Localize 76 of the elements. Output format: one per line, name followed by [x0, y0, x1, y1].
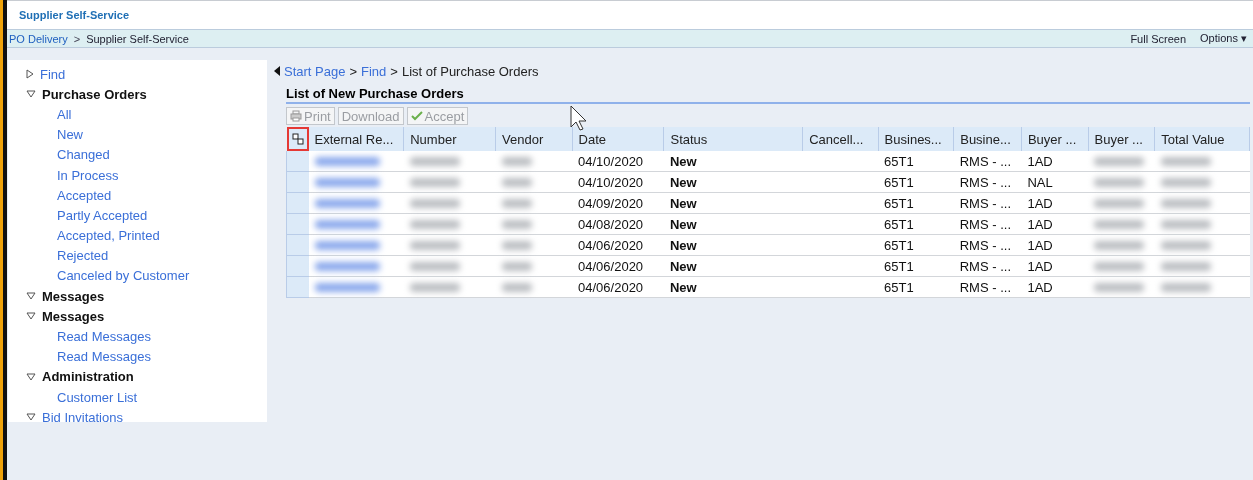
column-header[interactable]: Date	[572, 127, 664, 151]
column-header[interactable]: External Re...	[308, 127, 404, 151]
navigation-link[interactable]: All	[57, 106, 72, 122]
table-cell: RMS - ...	[953, 151, 1022, 172]
back-arrow-icon[interactable]	[274, 66, 280, 76]
table-cell: 04/09/2020	[572, 192, 664, 214]
navigation-link[interactable]: Read Messages	[57, 349, 151, 365]
column-header[interactable]: Number	[403, 127, 496, 151]
path-separator: >	[390, 63, 398, 79]
navigation-link[interactable]: Canceled by Customer	[57, 268, 190, 284]
navigation-link[interactable]: New	[57, 127, 83, 143]
check-icon	[410, 111, 423, 121]
column-header[interactable]: Buyer ...	[1021, 127, 1089, 151]
path-separator: >	[349, 63, 358, 79]
table-cell: 04/06/2020	[572, 276, 664, 298]
navigation-link[interactable]: Rejected	[57, 248, 109, 264]
table-title: List of New Purchase Orders	[286, 86, 1250, 104]
table-cell: 65T1	[878, 276, 954, 298]
table-cell: 1AD	[1021, 213, 1089, 235]
table-cell: NAL	[1021, 171, 1089, 193]
table-cell: 04/06/2020	[572, 234, 664, 256]
status-cell: New	[663, 151, 803, 172]
breadcrumb-separator: >	[73, 32, 81, 45]
navigation-link[interactable]: Partly Accepted	[57, 207, 148, 223]
mouse-pointer-icon	[570, 105, 588, 131]
table-cell: 65T1	[878, 213, 954, 235]
current-page-title: List of Purchase Orders	[401, 63, 539, 79]
table-cell: 04/06/2020	[572, 255, 664, 277]
table-cell: 1AD	[1021, 276, 1089, 298]
navigation-link[interactable]: Read Messages	[57, 329, 151, 345]
options-menu[interactable]: Options ▾	[1200, 32, 1247, 45]
navigation-item[interactable]: Administration	[42, 369, 134, 385]
table-cell: 1AD	[1021, 151, 1089, 172]
column-header[interactable]: Status	[663, 127, 803, 151]
app-tab[interactable]: Supplier Self-Service	[19, 9, 130, 21]
navigation-link[interactable]: Accepted, Printed	[57, 228, 160, 244]
expanded-triangle-icon[interactable]	[26, 90, 36, 99]
table-cell: 04/10/2020	[572, 151, 664, 172]
navigation-item[interactable]: Find	[40, 66, 66, 82]
select-all-button[interactable]	[286, 127, 309, 151]
navigation-item[interactable]: Purchase Orders	[42, 86, 147, 102]
table-cell: 65T1	[878, 171, 954, 193]
column-header[interactable]: Buyer ...	[1088, 127, 1155, 151]
column-header[interactable]: Total Value	[1154, 127, 1250, 151]
table-cell: 65T1	[878, 192, 954, 214]
navigation-item[interactable]: Bid Invitations	[42, 409, 123, 425]
expanded-triangle-icon[interactable]	[26, 413, 36, 422]
full-screen-link[interactable]: Full Screen	[1130, 32, 1186, 45]
breadcrumb-link[interactable]: Supplier Self-Service	[86, 32, 189, 45]
table-cell: 1AD	[1021, 234, 1089, 256]
overlapping-squares-icon	[291, 133, 304, 145]
printer-icon	[290, 110, 302, 122]
breadcrumb-link[interactable]: PO Delivery	[9, 32, 68, 45]
table-cell: 65T1	[878, 151, 954, 172]
column-header[interactable]: Busine...	[953, 127, 1022, 151]
path-link[interactable]: Start Page	[284, 63, 346, 79]
navigation-link[interactable]: Accepted	[57, 187, 112, 203]
column-header[interactable]: Cancell...	[802, 127, 879, 151]
column-header[interactable]: Busines...	[878, 127, 954, 151]
navigation-item[interactable]: Messages	[42, 288, 105, 304]
expanded-triangle-icon[interactable]	[26, 372, 36, 381]
navigation-link[interactable]: Customer List	[57, 389, 138, 405]
table-cell: 65T1	[878, 234, 954, 256]
navigation-link[interactable]: In Process	[57, 167, 119, 183]
table-cell: 04/10/2020	[572, 171, 664, 193]
table-cell: 04/08/2020	[572, 213, 664, 235]
table-cell: 1AD	[1021, 192, 1089, 214]
navigation-link[interactable]: Changed	[57, 147, 110, 163]
path-link[interactable]: Find	[361, 63, 387, 79]
expanded-triangle-icon[interactable]	[26, 312, 36, 321]
column-header[interactable]: Vendor	[495, 127, 573, 151]
navigation-item[interactable]: Messages	[42, 308, 105, 324]
table-cell: 65T1	[878, 255, 954, 277]
table-cell: 1AD	[1021, 255, 1089, 277]
collapsed-triangle-icon[interactable]	[26, 69, 34, 80]
expanded-triangle-icon[interactable]	[26, 292, 36, 301]
